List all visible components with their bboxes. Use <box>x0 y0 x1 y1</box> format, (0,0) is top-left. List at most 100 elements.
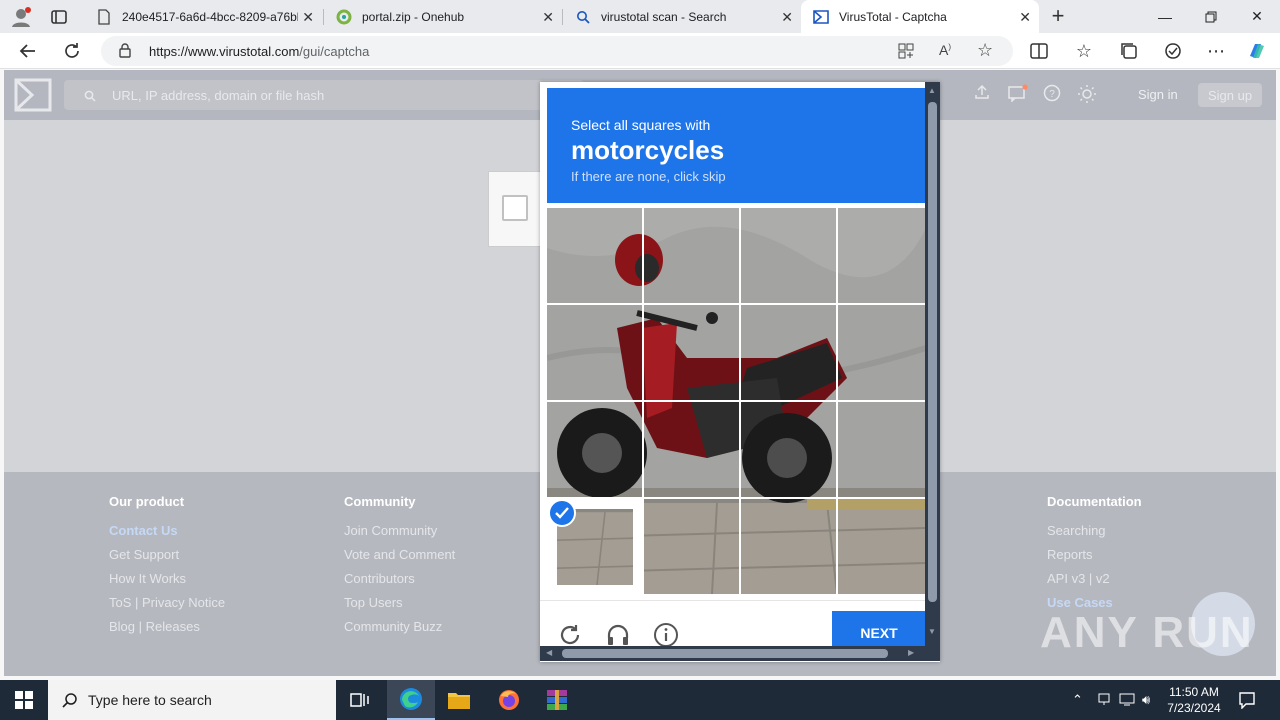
challenge-tile-7[interactable] <box>838 305 933 400</box>
challenge-tile-11[interactable] <box>838 402 933 497</box>
challenge-tile-0[interactable] <box>547 208 642 303</box>
footer-link[interactable]: Searching <box>1047 523 1142 547</box>
svg-text:?: ? <box>1049 89 1055 100</box>
notifications-icon[interactable] <box>1008 84 1028 107</box>
browser-essentials-icon[interactable] <box>1161 39 1185 63</box>
challenge-tile-13[interactable] <box>644 499 739 594</box>
footer-link[interactable]: Join Community <box>344 523 455 547</box>
audio-challenge-icon[interactable] <box>604 621 632 649</box>
edge-taskbar-icon[interactable] <box>387 680 435 720</box>
footer-link[interactable]: Get Support <box>109 547 225 571</box>
footer-link[interactable]: Contact Us <box>109 523 225 547</box>
restore-button[interactable] <box>1188 0 1234 33</box>
upload-icon[interactable] <box>974 84 990 105</box>
new-tab-button[interactable]: + <box>1046 4 1070 28</box>
url-field[interactable]: https://www.virustotal.com/gui/captcha A… <box>101 36 1013 66</box>
challenge-tile-1[interactable] <box>644 208 739 303</box>
challenge-prompt: Select all squares with motorcycles If t… <box>547 88 926 203</box>
challenge-tile-14[interactable] <box>741 499 836 594</box>
tab-3[interactable]: VirusTotal - Captcha ✕ <box>801 0 1039 33</box>
app-available-icon[interactable] <box>898 43 914 64</box>
sign-up-button[interactable]: Sign up <box>1198 83 1262 107</box>
split-screen-icon[interactable] <box>1027 39 1051 63</box>
network-icon[interactable] <box>1119 692 1135 709</box>
search-icon <box>62 692 78 713</box>
footer-link[interactable]: Blog | Releases <box>109 619 225 643</box>
challenge-tile-2[interactable] <box>741 208 836 303</box>
virustotal-icon <box>813 9 829 25</box>
info-icon[interactable] <box>652 621 680 649</box>
captcha-checkbox[interactable] <box>502 195 528 221</box>
taskbar-clock[interactable]: 11:50 AM 7/23/2024 <box>1160 684 1228 716</box>
search-icon <box>575 9 591 25</box>
close-window-button[interactable]: ✕ <box>1234 0 1280 33</box>
task-view-icon[interactable] <box>336 680 384 720</box>
footer-link[interactable]: Top Users <box>344 595 455 619</box>
address-bar-row: https://www.virustotal.com/gui/captcha A… <box>0 33 1280 69</box>
start-button[interactable] <box>0 680 48 720</box>
copilot-icon[interactable] <box>1245 39 1269 63</box>
tab-0[interactable]: 240e4517-6a6d-4bcc-8209-a76bb ✕ <box>84 0 322 33</box>
sign-in-link[interactable]: Sign in <box>1138 87 1178 102</box>
vt-search-field[interactable]: URL, IP address, domain or file hash <box>64 80 584 110</box>
network-device-icon[interactable] <box>1097 692 1111 709</box>
favorite-star-icon[interactable]: ☆ <box>977 40 993 61</box>
popup-horizontal-scrollbar[interactable]: ◀ ▶ <box>540 646 940 661</box>
back-button[interactable] <box>13 36 43 66</box>
close-tab-icon[interactable]: ✕ <box>302 9 314 26</box>
challenge-tile-5[interactable] <box>644 305 739 400</box>
settings-menu-icon[interactable]: ⋯ <box>1204 39 1228 63</box>
challenge-tile-8[interactable] <box>547 402 642 497</box>
tab-actions-icon[interactable] <box>50 8 68 26</box>
winrar-icon[interactable] <box>533 680 581 720</box>
anyrun-watermark: ANY RUN <box>1040 608 1254 657</box>
challenge-tile-6[interactable] <box>741 305 836 400</box>
volume-icon[interactable]: 🔊︎ <box>1142 692 1150 708</box>
footer-link[interactable]: How It Works <box>109 571 225 595</box>
close-tab-icon[interactable]: ✕ <box>542 9 554 26</box>
lock-icon[interactable] <box>119 43 131 63</box>
footer-column-documentation: Documentation Searching Reports API v3 |… <box>1047 494 1142 619</box>
challenge-tile-3[interactable] <box>838 208 933 303</box>
footer-heading: Community <box>344 494 416 509</box>
close-tab-icon[interactable]: ✕ <box>1019 9 1031 26</box>
taskbar-search-field[interactable]: Type here to search <box>48 680 336 720</box>
footer-heading: Our product <box>109 494 185 509</box>
challenge-tile-10[interactable] <box>741 402 836 497</box>
footer-column-product: Our product Contact Us Get Support How I… <box>109 494 225 643</box>
challenge-tile-4[interactable] <box>547 305 642 400</box>
footer-link[interactable]: Vote and Comment <box>344 547 455 571</box>
popup-vertical-scrollbar[interactable]: ▲ ▼ <box>925 82 940 650</box>
minimize-button[interactable]: — <box>1142 0 1188 33</box>
footer-link[interactable]: Reports <box>1047 547 1142 571</box>
selected-check-icon <box>548 499 576 527</box>
refresh-challenge-icon[interactable] <box>556 621 584 649</box>
footer-link[interactable]: Community Buzz <box>344 619 455 643</box>
tab-1[interactable]: portal.zip - Onehub ✕ <box>324 0 562 33</box>
tab-title: virustotal scan - Search <box>601 9 727 24</box>
close-tab-icon[interactable]: ✕ <box>781 9 793 26</box>
scroll-thumb[interactable] <box>928 102 937 602</box>
tab-title: 240e4517-6a6d-4bcc-8209-a76bb <box>122 9 298 24</box>
challenge-tile-15[interactable] <box>838 499 933 594</box>
collections-icon[interactable] <box>1117 39 1141 63</box>
virustotal-logo-icon[interactable] <box>14 78 52 117</box>
show-hidden-icons-chevron-icon[interactable]: ⌃ <box>1072 692 1083 708</box>
favorites-icon[interactable]: ☆ <box>1072 39 1096 63</box>
footer-link[interactable]: Contributors <box>344 571 455 595</box>
challenge-tile-9[interactable] <box>644 402 739 497</box>
notifications-icon[interactable] <box>1238 691 1256 714</box>
read-aloud-icon[interactable]: A) <box>939 42 951 58</box>
firefox-icon[interactable] <box>485 680 533 720</box>
tab-2[interactable]: virustotal scan - Search ✕ <box>563 0 801 33</box>
footer-heading: Documentation <box>1047 494 1142 509</box>
theme-toggle-icon[interactable] <box>1077 84 1097 109</box>
footer-link[interactable]: ToS | Privacy Notice <box>109 595 225 619</box>
scroll-thumb[interactable] <box>562 649 888 658</box>
footer-link[interactable]: API v3 | v2 <box>1047 571 1142 595</box>
file-explorer-icon[interactable] <box>435 680 483 720</box>
search-icon <box>84 89 96 107</box>
refresh-button[interactable] <box>57 36 87 66</box>
help-icon[interactable]: ? <box>1043 84 1061 107</box>
profile-avatar[interactable] <box>10 6 32 28</box>
